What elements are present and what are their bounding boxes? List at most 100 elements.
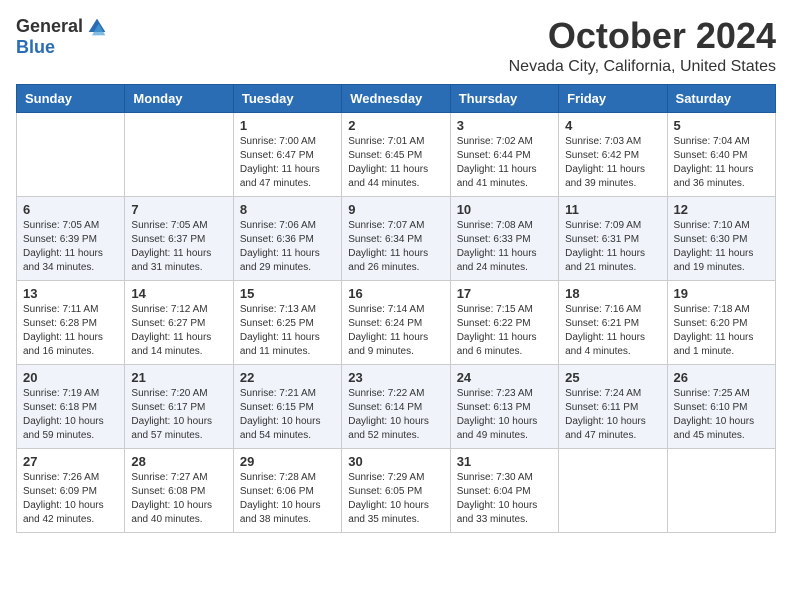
day-info: Sunrise: 7:08 AM Sunset: 6:33 PM Dayligh…	[457, 219, 552, 275]
day-number: 3	[457, 118, 552, 133]
title-section: October 2024 Nevada City, California, Un…	[509, 16, 776, 76]
calendar-cell-w5-d5: 31Sunrise: 7:30 AM Sunset: 6:04 PM Dayli…	[450, 448, 558, 532]
calendar-cell-w1-d2	[125, 112, 233, 196]
day-info: Sunrise: 7:18 AM Sunset: 6:20 PM Dayligh…	[674, 303, 769, 359]
calendar-cell-w1-d1	[17, 112, 125, 196]
day-info: Sunrise: 7:03 AM Sunset: 6:42 PM Dayligh…	[565, 135, 660, 191]
calendar-table: Sunday Monday Tuesday Wednesday Thursday…	[16, 84, 776, 533]
calendar-cell-w3-d6: 18Sunrise: 7:16 AM Sunset: 6:21 PM Dayli…	[559, 280, 667, 364]
day-number: 2	[348, 118, 443, 133]
day-info: Sunrise: 7:23 AM Sunset: 6:13 PM Dayligh…	[457, 387, 552, 443]
day-number: 8	[240, 202, 335, 217]
day-number: 26	[674, 370, 769, 385]
day-number: 11	[565, 202, 660, 217]
day-number: 23	[348, 370, 443, 385]
day-info: Sunrise: 7:01 AM Sunset: 6:45 PM Dayligh…	[348, 135, 443, 191]
calendar-cell-w5-d1: 27Sunrise: 7:26 AM Sunset: 6:09 PM Dayli…	[17, 448, 125, 532]
calendar-week-3: 13Sunrise: 7:11 AM Sunset: 6:28 PM Dayli…	[17, 280, 776, 364]
calendar-cell-w4-d7: 26 Sunrise: 7:25 AM Sunset: 6:10 PM Dayli…	[667, 364, 775, 448]
day-info: Sunrise: 7:11 AM Sunset: 6:28 PM Dayligh…	[23, 303, 118, 359]
day-info: Sunrise: 7:09 AM Sunset: 6:31 PM Dayligh…	[565, 219, 660, 275]
day-number: 15	[240, 286, 335, 301]
calendar-cell-w5-d4: 30 Sunrise: 7:29 AM Sunset: 6:05 PM Dayli…	[342, 448, 450, 532]
calendar-cell-w4-d3: 22 Sunrise: 7:21 AM Sunset: 6:15 PM Dayli…	[233, 364, 341, 448]
day-number: 12	[674, 202, 769, 217]
calendar-cell-w3-d7: 19Sunrise: 7:18 AM Sunset: 6:20 PM Dayli…	[667, 280, 775, 364]
day-info: Sunrise: 7:04 AM Sunset: 6:40 PM Dayligh…	[674, 135, 769, 191]
calendar-cell-w1-d4: 2 Sunrise: 7:01 AM Sunset: 6:45 PM Daylig…	[342, 112, 450, 196]
day-info: Sunrise: 7:06 AM Sunset: 6:36 PM Dayligh…	[240, 219, 335, 275]
day-info: Sunrise: 7:02 AM Sunset: 6:44 PM Dayligh…	[457, 135, 552, 191]
calendar-cell-w3-d2: 14 Sunrise: 7:12 AM Sunset: 6:27 PM Dayli…	[125, 280, 233, 364]
logo-blue-text: Blue	[16, 37, 55, 57]
calendar-cell-w4-d2: 21 Sunrise: 7:20 AM Sunset: 6:17 PM Dayli…	[125, 364, 233, 448]
calendar-cell-w3-d4: 16 Sunrise: 7:14 AM Sunset: 6:24 PM Dayli…	[342, 280, 450, 364]
day-number: 30	[348, 454, 443, 469]
day-number: 14	[131, 286, 226, 301]
col-tuesday: Tuesday	[233, 84, 341, 112]
logo-icon	[87, 17, 107, 37]
day-info: Sunrise: 7:28 AM Sunset: 6:06 PM Dayligh…	[240, 471, 335, 527]
day-info: Sunrise: 7:14 AM Sunset: 6:24 PM Dayligh…	[348, 303, 443, 359]
day-number: 4	[565, 118, 660, 133]
calendar-cell-w1-d3: 1Sunrise: 7:00 AM Sunset: 6:47 PM Daylig…	[233, 112, 341, 196]
col-wednesday: Wednesday	[342, 84, 450, 112]
calendar-cell-w5-d7	[667, 448, 775, 532]
day-number: 6	[23, 202, 118, 217]
day-info: Sunrise: 7:24 AM Sunset: 6:11 PM Dayligh…	[565, 387, 660, 443]
calendar-cell-w2-d5: 10Sunrise: 7:08 AM Sunset: 6:33 PM Dayli…	[450, 196, 558, 280]
day-info: Sunrise: 7:22 AM Sunset: 6:14 PM Dayligh…	[348, 387, 443, 443]
calendar-cell-w4-d4: 23 Sunrise: 7:22 AM Sunset: 6:14 PM Dayli…	[342, 364, 450, 448]
day-number: 17	[457, 286, 552, 301]
calendar-cell-w2-d1: 6 Sunrise: 7:05 AM Sunset: 6:39 PM Daylig…	[17, 196, 125, 280]
day-info: Sunrise: 7:12 AM Sunset: 6:27 PM Dayligh…	[131, 303, 226, 359]
calendar-week-1: 1Sunrise: 7:00 AM Sunset: 6:47 PM Daylig…	[17, 112, 776, 196]
day-info: Sunrise: 7:29 AM Sunset: 6:05 PM Dayligh…	[348, 471, 443, 527]
day-number: 5	[674, 118, 769, 133]
day-info: Sunrise: 7:27 AM Sunset: 6:08 PM Dayligh…	[131, 471, 226, 527]
day-info: Sunrise: 7:10 AM Sunset: 6:30 PM Dayligh…	[674, 219, 769, 275]
calendar-cell-w4-d1: 20 Sunrise: 7:19 AM Sunset: 6:18 PM Dayli…	[17, 364, 125, 448]
logo: General Blue	[16, 16, 107, 58]
day-number: 20	[23, 370, 118, 385]
calendar-cell-w1-d6: 4 Sunrise: 7:03 AM Sunset: 6:42 PM Daylig…	[559, 112, 667, 196]
calendar-cell-w3-d5: 17 Sunrise: 7:15 AM Sunset: 6:22 PM Dayli…	[450, 280, 558, 364]
calendar-cell-w5-d6	[559, 448, 667, 532]
calendar-cell-w5-d3: 29 Sunrise: 7:28 AM Sunset: 6:06 PM Dayli…	[233, 448, 341, 532]
calendar-cell-w2-d2: 7 Sunrise: 7:05 AM Sunset: 6:37 PM Daylig…	[125, 196, 233, 280]
calendar-cell-w3-d1: 13Sunrise: 7:11 AM Sunset: 6:28 PM Dayli…	[17, 280, 125, 364]
calendar-cell-w3-d3: 15 Sunrise: 7:13 AM Sunset: 6:25 PM Dayli…	[233, 280, 341, 364]
calendar-week-5: 27Sunrise: 7:26 AM Sunset: 6:09 PM Dayli…	[17, 448, 776, 532]
day-number: 22	[240, 370, 335, 385]
day-info: Sunrise: 7:30 AM Sunset: 6:04 PM Dayligh…	[457, 471, 552, 527]
day-info: Sunrise: 7:26 AM Sunset: 6:09 PM Dayligh…	[23, 471, 118, 527]
day-info: Sunrise: 7:21 AM Sunset: 6:15 PM Dayligh…	[240, 387, 335, 443]
col-thursday: Thursday	[450, 84, 558, 112]
month-title: October 2024	[509, 16, 776, 56]
day-number: 29	[240, 454, 335, 469]
calendar-week-4: 20 Sunrise: 7:19 AM Sunset: 6:18 PM Dayli…	[17, 364, 776, 448]
day-info: Sunrise: 7:13 AM Sunset: 6:25 PM Dayligh…	[240, 303, 335, 359]
day-info: Sunrise: 7:25 AM Sunset: 6:10 PM Dayligh…	[674, 387, 769, 443]
day-number: 16	[348, 286, 443, 301]
day-number: 21	[131, 370, 226, 385]
day-info: Sunrise: 7:15 AM Sunset: 6:22 PM Dayligh…	[457, 303, 552, 359]
logo-general-text: General	[16, 16, 83, 37]
day-info: Sunrise: 7:07 AM Sunset: 6:34 PM Dayligh…	[348, 219, 443, 275]
calendar-cell-w5-d2: 28 Sunrise: 7:27 AM Sunset: 6:08 PM Dayli…	[125, 448, 233, 532]
day-info: Sunrise: 7:20 AM Sunset: 6:17 PM Dayligh…	[131, 387, 226, 443]
day-number: 7	[131, 202, 226, 217]
day-info: Sunrise: 7:05 AM Sunset: 6:39 PM Dayligh…	[23, 219, 118, 275]
calendar-cell-w4-d6: 25Sunrise: 7:24 AM Sunset: 6:11 PM Dayli…	[559, 364, 667, 448]
day-number: 24	[457, 370, 552, 385]
day-info: Sunrise: 7:19 AM Sunset: 6:18 PM Dayligh…	[23, 387, 118, 443]
day-number: 1	[240, 118, 335, 133]
calendar-cell-w2-d6: 11 Sunrise: 7:09 AM Sunset: 6:31 PM Dayli…	[559, 196, 667, 280]
day-info: Sunrise: 7:05 AM Sunset: 6:37 PM Dayligh…	[131, 219, 226, 275]
day-number: 28	[131, 454, 226, 469]
col-saturday: Saturday	[667, 84, 775, 112]
day-number: 9	[348, 202, 443, 217]
day-info: Sunrise: 7:16 AM Sunset: 6:21 PM Dayligh…	[565, 303, 660, 359]
col-monday: Monday	[125, 84, 233, 112]
calendar-cell-w2-d4: 9 Sunrise: 7:07 AM Sunset: 6:34 PM Daylig…	[342, 196, 450, 280]
